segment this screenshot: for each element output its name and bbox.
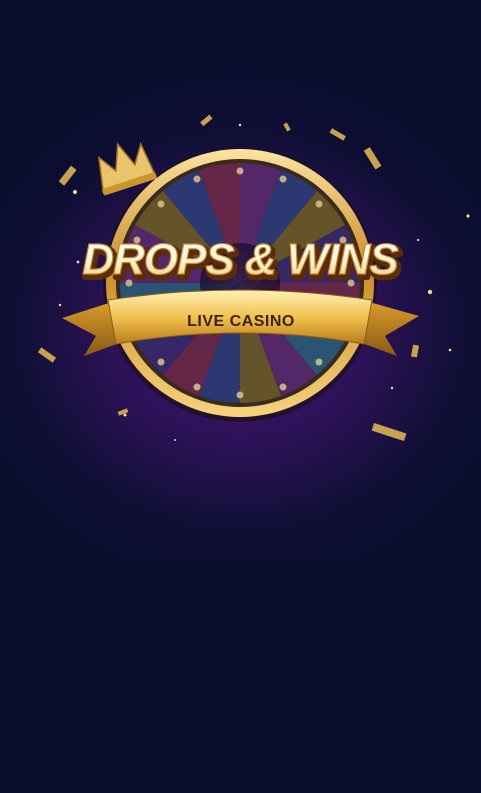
drops-and-wins-logo: LIVE CASINO DROPS & WINS DROPS & WINS: [37, 114, 470, 442]
splash-screen: LIVE CASINO DROPS & WINS DROPS & WINS: [0, 0, 481, 793]
logo-title: DROPS & WINS: [82, 235, 398, 284]
logo-title-group: DROPS & WINS DROPS & WINS: [81, 234, 404, 290]
logo-subtitle: LIVE CASINO: [187, 313, 295, 330]
